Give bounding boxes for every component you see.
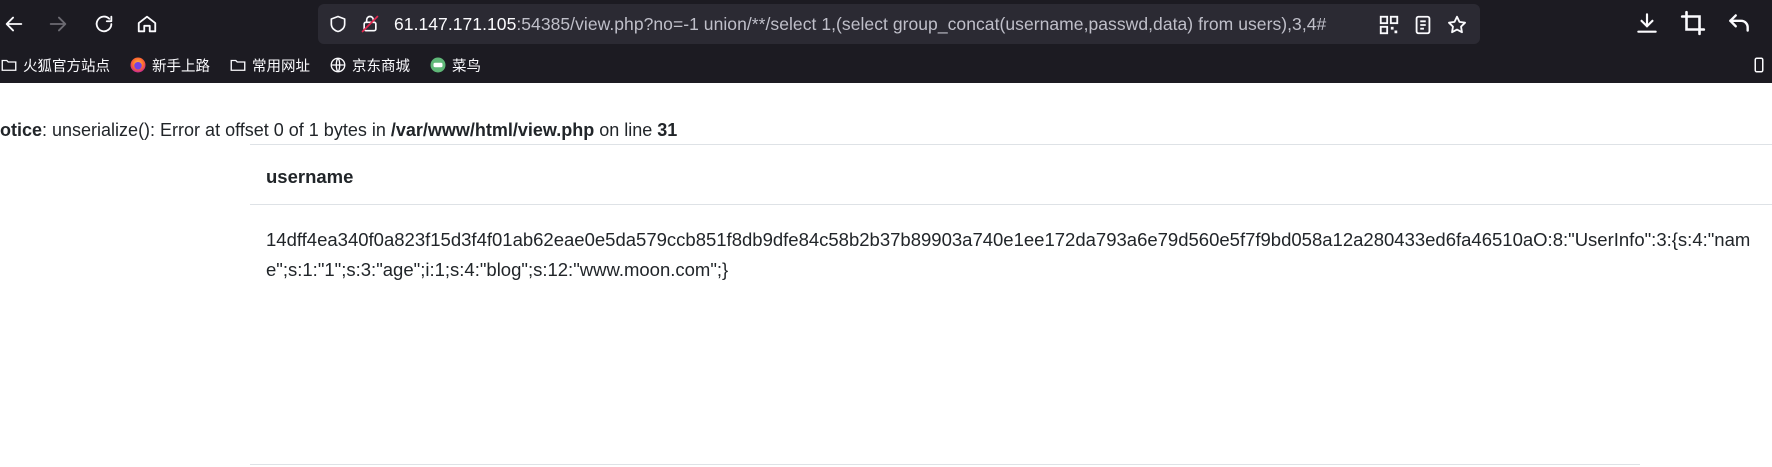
screenshot-crop-icon[interactable]	[1680, 10, 1706, 36]
table-bottom-border	[250, 464, 1640, 465]
php-notice: otice: unserialize(): Error at offset 0 …	[0, 120, 677, 141]
bookmarks-bar: 火狐官方站点 新手上路 常用网址 京东商城 菜鸟	[0, 50, 1772, 80]
browser-chrome: 61.147.171.105:54385/view.php?no=-1 unio…	[0, 0, 1772, 83]
notice-message: : unserialize(): Error at offset 0 of 1 …	[42, 120, 391, 140]
url-bar[interactable]: 61.147.171.105:54385/view.php?no=-1 unio…	[318, 4, 1480, 44]
reload-button[interactable]	[88, 8, 120, 40]
bookmark-star-icon[interactable]	[1446, 14, 1468, 36]
table-header-border	[250, 204, 1772, 205]
forward-arrow-icon	[49, 16, 67, 32]
qr-code-icon[interactable]	[1378, 14, 1400, 36]
undo-arrow-icon[interactable]	[1726, 10, 1752, 36]
home-button[interactable]	[131, 8, 163, 40]
bookmark-common-sites[interactable]: 常用网址	[229, 54, 310, 76]
bookmark-getting-started[interactable]: 新手上路	[129, 54, 210, 76]
shield-icon[interactable]	[328, 14, 348, 34]
reader-view-icon[interactable]	[1412, 14, 1434, 36]
reload-icon	[95, 15, 113, 33]
table-cell-username: 14dff4ea340f0a823f15d3f4f01ab62eae0e5da5…	[266, 229, 1751, 280]
url-host: 61.147.171.105	[394, 14, 517, 34]
notice-file-path: /var/www/html/view.php	[390, 120, 595, 140]
insecure-lock-icon[interactable]	[360, 14, 380, 34]
firefox-icon	[130, 57, 146, 73]
bookmark-label: 常用网址	[252, 58, 310, 75]
table-header-username: username	[266, 166, 354, 187]
back-button[interactable]	[0, 8, 30, 40]
downloads-icon[interactable]	[1634, 10, 1660, 36]
bookmark-label: 京东商城	[352, 58, 410, 75]
bookmark-jd-mall[interactable]: 京东商城	[329, 54, 410, 76]
cainiao-icon	[430, 57, 446, 73]
url-text[interactable]: 61.147.171.105:54385/view.php?no=-1 unio…	[394, 14, 1326, 34]
bookmark-firefox-site[interactable]: 火狐官方站点	[0, 54, 110, 76]
bookmark-label: 火狐官方站点	[23, 58, 110, 75]
folder-icon	[1, 59, 17, 71]
bookmark-label: 菜鸟	[452, 58, 481, 75]
notice-label: otice	[0, 120, 43, 140]
back-arrow-icon	[5, 16, 23, 32]
bookmark-cainiao[interactable]: 菜鸟	[429, 54, 481, 76]
forward-button[interactable]	[42, 8, 74, 40]
table-top-border	[250, 144, 1772, 145]
folder-icon	[230, 59, 246, 71]
notice-line-number: 31	[657, 120, 678, 140]
bookmark-label: 新手上路	[152, 58, 210, 75]
home-icon	[137, 15, 157, 33]
mobile-bookmarks-icon[interactable]	[1750, 56, 1768, 74]
globe-icon	[330, 57, 346, 73]
notice-on-line: on line	[594, 120, 658, 140]
url-path: :54385/view.php?no=-1 union/**/select 1,…	[516, 14, 1327, 34]
